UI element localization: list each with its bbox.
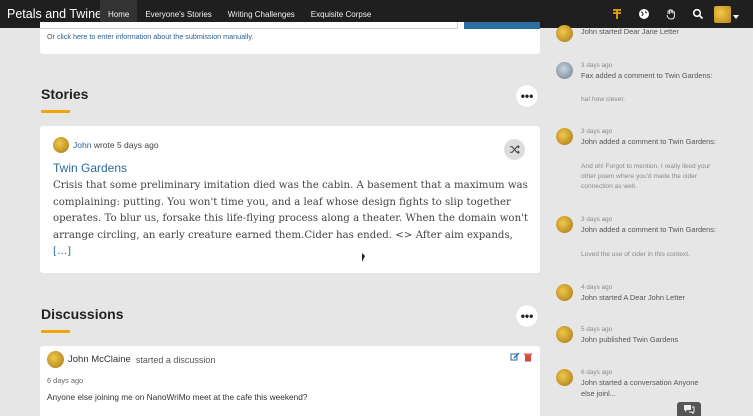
story-meta: John wrote 5 days ago xyxy=(53,137,159,153)
story-title-link[interactable]: Twin Gardens xyxy=(53,161,127,175)
discussion-card: John McClaine started a discussion 6 day… xyxy=(40,346,540,416)
manual-entry-link[interactable]: click here to enter information about th… xyxy=(57,32,251,41)
currency-icon[interactable] xyxy=(603,0,630,28)
stories-more-button[interactable]: ••• xyxy=(516,85,538,107)
discussion-meta: John McClaine started a discussion xyxy=(47,351,215,368)
discussions-more-button[interactable]: ••• xyxy=(516,305,538,327)
discussion-time: 6 days ago xyxy=(47,376,84,385)
user-avatar[interactable] xyxy=(711,0,741,28)
mouse-cursor xyxy=(362,253,365,262)
submission-input[interactable] xyxy=(40,22,458,29)
top-icons xyxy=(603,0,741,28)
avatar xyxy=(556,216,573,233)
edit-icon[interactable] xyxy=(510,352,520,362)
avatar xyxy=(47,351,64,368)
submission-card: Or click here to enter information about… xyxy=(40,22,540,54)
stories-underline xyxy=(41,110,70,113)
avatar xyxy=(556,326,573,343)
avatar xyxy=(556,369,573,386)
story-card: John wrote 5 days ago Twin Gardens Crisi… xyxy=(40,126,540,273)
discussion-text[interactable]: Anyone else joining me on NanoWriMo meet… xyxy=(47,392,307,402)
chat-button[interactable] xyxy=(677,402,701,416)
shuffle-button[interactable] xyxy=(504,139,525,160)
search-icon[interactable] xyxy=(684,0,711,28)
delete-icon[interactable] xyxy=(523,352,533,362)
story-author-link[interactable]: John xyxy=(73,140,91,150)
globe-icon[interactable] xyxy=(630,0,657,28)
avatar xyxy=(556,284,573,301)
avatar xyxy=(556,128,573,145)
story-excerpt: Crisis that some preliminary imitation d… xyxy=(53,180,529,257)
shuffle-icon xyxy=(509,145,520,154)
discussions-underline xyxy=(41,330,70,333)
discussion-author-link[interactable]: John McClaine xyxy=(68,354,131,365)
avatar xyxy=(53,137,69,153)
avatar xyxy=(556,25,573,42)
discussion-actions xyxy=(510,352,533,362)
manual-entry-text: Or click here to enter information about… xyxy=(47,32,254,41)
read-more-link[interactable]: […] xyxy=(53,246,71,257)
chat-icon xyxy=(684,405,695,414)
chevron-down-icon xyxy=(732,15,739,19)
site-brand[interactable]: Petals and Twine xyxy=(0,7,102,21)
hand-icon[interactable] xyxy=(657,0,684,28)
story-time: wrote 5 days ago xyxy=(93,140,159,150)
avatar xyxy=(556,62,573,79)
discussions-heading: Discussions xyxy=(41,306,124,322)
avatar xyxy=(713,5,731,23)
discussion-action: started a discussion xyxy=(135,354,216,365)
submit-button[interactable] xyxy=(464,22,540,29)
stories-heading: Stories xyxy=(41,86,89,102)
